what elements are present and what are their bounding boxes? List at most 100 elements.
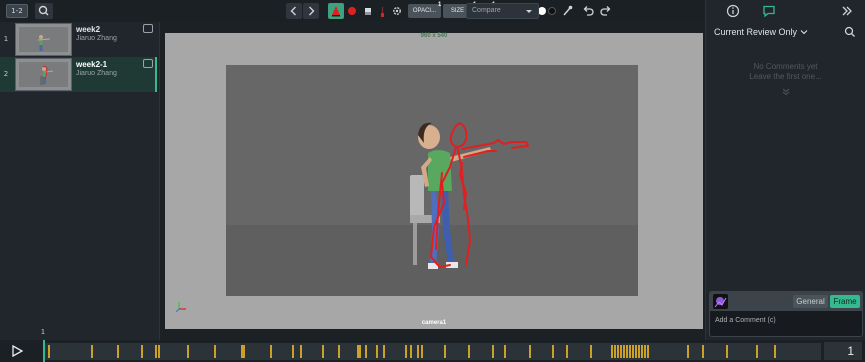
comment-count-icon [143, 59, 153, 68]
character-render [410, 122, 529, 269]
timeline-marker[interactable] [405, 345, 407, 358]
timeline-marker[interactable] [141, 345, 143, 358]
timeline-marker[interactable] [158, 345, 160, 358]
timeline-scrubber[interactable] [44, 343, 821, 360]
timeline-marker[interactable] [617, 345, 619, 358]
collapse-panel-button[interactable] [840, 4, 854, 18]
eraser-icon [365, 8, 371, 15]
video-frame[interactable] [226, 65, 638, 296]
camera-label: camera1 [421, 320, 447, 326]
timeline-marker[interactable] [359, 345, 361, 358]
shot-title: week2-1 [76, 60, 108, 69]
comments-tab-button[interactable] [762, 4, 776, 18]
timeline-marker[interactable] [687, 345, 689, 358]
shot-item-1[interactable]: 1 week2 Jiaruo Zhang [0, 22, 157, 57]
timeline-marker[interactable] [243, 345, 245, 358]
timeline-marker[interactable] [641, 345, 643, 358]
draw-tool-button[interactable] [328, 3, 344, 19]
timeline-marker[interactable] [117, 345, 119, 358]
compare-dropdown[interactable]: Compare [466, 3, 539, 19]
timeline-marker[interactable] [421, 345, 423, 358]
playhead[interactable] [43, 340, 45, 362]
timeline-marker[interactable] [529, 345, 531, 358]
timeline-marker[interactable] [444, 345, 446, 358]
timeline-marker[interactable] [365, 345, 367, 358]
search-button[interactable] [35, 3, 53, 19]
double-chevron-right-icon [842, 6, 852, 16]
timeline-marker[interactable] [647, 345, 649, 358]
timeline-marker[interactable] [629, 345, 631, 358]
timeline-marker[interactable] [620, 345, 622, 358]
timeline-marker[interactable] [644, 345, 646, 358]
timeline-marker[interactable] [91, 345, 93, 358]
timeline-marker[interactable] [566, 345, 568, 358]
timeline-marker[interactable] [726, 345, 728, 358]
timeline-marker[interactable] [632, 345, 634, 358]
timeline-marker[interactable] [552, 345, 554, 358]
tab-general[interactable]: General [793, 295, 828, 308]
review-filter-dropdown[interactable]: Current Review Only [714, 27, 808, 37]
fill-tool-button[interactable] [376, 3, 388, 19]
timeline-marker[interactable] [702, 345, 704, 358]
timeline-marker[interactable] [417, 345, 419, 358]
timeline-marker[interactable] [214, 345, 216, 358]
timeline-marker[interactable] [611, 345, 613, 358]
shot-author: Jiaruo Zhang [76, 35, 117, 42]
timeline-marker[interactable] [383, 345, 385, 358]
compare-label: Compare [472, 7, 501, 14]
timeline-marker[interactable] [774, 345, 776, 358]
grid-view-toggle[interactable]: 1-2 [6, 4, 28, 18]
record-button[interactable] [345, 3, 359, 19]
color-swatch-white[interactable] [538, 7, 546, 15]
timeline-marker[interactable] [590, 345, 592, 358]
eraser-button[interactable] [361, 3, 375, 19]
info-icon [726, 4, 740, 18]
redo-icon[interactable] [599, 4, 613, 18]
media-viewer[interactable]: 960 x 540 camera1 [165, 33, 703, 329]
pen-icon [332, 6, 340, 17]
timeline-marker[interactable] [623, 345, 625, 358]
timeline-marker[interactable] [635, 345, 637, 358]
timeline-marker[interactable] [270, 345, 272, 358]
timeline-marker[interactable] [300, 345, 302, 358]
timeline-marker[interactable] [322, 345, 324, 358]
timeline-marker[interactable] [48, 345, 50, 358]
review-filter-label: Current Review Only [714, 27, 798, 37]
timeline-marker[interactable] [410, 345, 412, 358]
timeline-marker[interactable] [626, 345, 628, 358]
tab-frame[interactable]: Frame [830, 295, 860, 308]
timeline-marker[interactable] [614, 345, 616, 358]
comment-composer: General Frame Add a Comment (c) [709, 291, 863, 337]
timeline-marker[interactable] [638, 345, 640, 358]
timeline-marker[interactable] [468, 345, 470, 358]
comment-search-button[interactable] [843, 25, 857, 39]
shot-author: Jiaruo Zhang [76, 70, 117, 77]
timeline-marker[interactable] [376, 345, 378, 358]
color-swatch-black[interactable] [548, 7, 556, 15]
undo-icon[interactable] [581, 4, 595, 18]
shot-list-header: 1-2 [0, 0, 160, 22]
axis-gizmo-icon [175, 302, 186, 313]
resolution-label: 960 x 540 [420, 33, 448, 39]
search-icon [844, 26, 855, 37]
timeline-marker[interactable] [756, 345, 758, 358]
next-shot-button[interactable] [303, 3, 319, 19]
settings-button[interactable] [390, 3, 404, 19]
play-button[interactable] [10, 344, 24, 358]
timeline-marker[interactable] [504, 345, 506, 358]
timeline-marker[interactable] [187, 345, 189, 358]
timeline-marker[interactable] [492, 345, 494, 358]
comment-input[interactable]: Add a Comment (c) [715, 317, 776, 324]
opacity-control[interactable]: OPACI... [408, 4, 441, 18]
empty-comments-text: No Comments yet [753, 62, 818, 71]
info-button[interactable] [726, 4, 740, 18]
chevron-left-icon [290, 6, 296, 16]
shot-item-2[interactable]: 2 week2-1 Jiaruo Zhang [0, 57, 157, 92]
eyedropper-icon[interactable] [561, 4, 573, 18]
timeline: 1 1 [0, 329, 865, 362]
shot-list-panel: 1-2 1 week2 Jiaruo Zhang 2 week2-1 Jiaru… [0, 0, 160, 340]
prev-shot-button[interactable] [286, 3, 302, 19]
timeline-marker[interactable] [338, 345, 340, 358]
timeline-marker[interactable] [292, 345, 294, 358]
timeline-marker[interactable] [155, 345, 157, 358]
